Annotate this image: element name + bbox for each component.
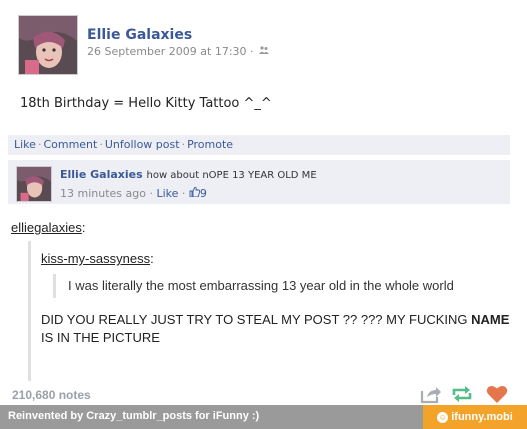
colon: :	[81, 220, 86, 235]
ifunny-brand: ifunny.mobi	[451, 411, 513, 423]
post-timestamp[interactable]: 26 September 2009 at 17:30	[87, 45, 247, 58]
separator: ·	[149, 187, 153, 200]
post-status-text: 18th Birthday = Hello Kitty Tattoo ^_^	[20, 96, 272, 111]
comment-meta: 13 minutes ago · Like · 9	[60, 186, 207, 200]
reblog-icon[interactable]	[450, 382, 474, 406]
comment-author-line: Ellie Galaxies how about nOPE 13 YEAR OL…	[60, 168, 317, 181]
reblog-user-line: kiss-my-sassyness:	[41, 251, 154, 266]
ifunny-badge[interactable]: ☺ ifunny.mobi	[423, 405, 527, 429]
separator: ·	[181, 138, 186, 151]
like-link[interactable]: Like	[14, 138, 36, 151]
username-link-kiss-my-sassyness[interactable]: kiss-my-sassyness	[41, 251, 150, 266]
attribution-bar: Reinvented by Crazy_tumblr_posts for iFu…	[0, 405, 527, 429]
comment-time[interactable]: 13 minutes ago	[60, 187, 146, 200]
colon: :	[150, 251, 154, 266]
meta-separator: ·	[250, 45, 254, 58]
reply-text-end: IS IN THE PICTURE	[41, 330, 160, 345]
quoted-text: I was literally the most embarrassing 13…	[68, 278, 454, 293]
reply-text: DID YOU REALLY JUST TRY TO STEAL MY POST…	[41, 311, 511, 347]
comment-item: Ellie Galaxies how about nOPE 13 YEAR OL…	[8, 160, 510, 204]
reblog-user-line: elliegalaxies:	[11, 220, 85, 235]
username-link-elliegalaxies[interactable]: elliegalaxies	[11, 220, 82, 235]
ifunny-smile-icon: ☺	[437, 411, 449, 423]
heart-icon[interactable]	[485, 382, 509, 406]
reply-text-start: DID YOU REALLY JUST TRY TO STEAL MY POST…	[41, 312, 468, 327]
comment-link[interactable]: Comment	[43, 138, 97, 151]
separator: ·	[99, 138, 103, 151]
comment-like-count[interactable]: 9	[200, 187, 207, 200]
quoted-text-block: I was literally the most embarrassing 13…	[53, 274, 454, 298]
post-meta: 26 September 2009 at 17:30 ·	[87, 45, 270, 58]
reblog-thread: kiss-my-sassyness: I was literally the m…	[28, 241, 521, 381]
promote-link[interactable]: Promote	[187, 138, 233, 151]
unfollow-post-link[interactable]: Unfollow post	[105, 138, 180, 151]
facebook-post: Ellie Galaxies 26 September 2009 at 17:3…	[0, 0, 527, 206]
people-icon	[259, 46, 270, 58]
share-icon[interactable]	[418, 382, 442, 406]
comment-like-link[interactable]: Like	[156, 187, 178, 200]
thumbs-up-icon	[189, 186, 201, 200]
separator: ·	[181, 187, 186, 200]
notes-count[interactable]: 210,680 notes	[12, 388, 91, 402]
reply-text-bold: NAME	[471, 312, 510, 327]
profile-avatar[interactable]	[18, 15, 78, 75]
post-action-bar: Like · Comment · Unfollow post · Promote	[8, 135, 510, 155]
comment-author[interactable]: Ellie Galaxies	[60, 168, 143, 181]
post-author[interactable]: Ellie Galaxies	[87, 27, 192, 43]
credit-text: Reinvented by Crazy_tumblr_posts for iFu…	[8, 410, 260, 422]
comment-avatar[interactable]	[16, 166, 52, 202]
tumblr-post: elliegalaxies: kiss-my-sassyness: I was …	[0, 206, 527, 429]
comment-text: how about nOPE 13 YEAR OLD ME	[146, 170, 317, 181]
